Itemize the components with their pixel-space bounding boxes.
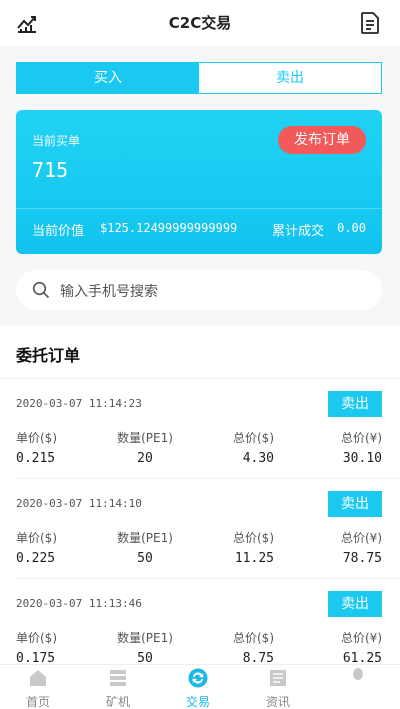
total-usd-value: 11.25 [234, 551, 274, 566]
summary-card: 当前买单 715 发布订单 当前价值 $125.12499999999999 累… [16, 110, 382, 254]
exchange-icon [188, 668, 208, 688]
current-value-label: 当前价值 [32, 224, 85, 239]
col-total-usd: 总价($) [233, 531, 274, 545]
news-icon [270, 670, 286, 686]
home-icon [30, 670, 46, 686]
tab-trade-label: 交易 [185, 695, 210, 709]
unit-price-value: 0.215 [16, 451, 56, 466]
quantity-value: 50 [137, 551, 153, 566]
col-total-usd: 总价($) [233, 431, 274, 445]
publish-order-button[interactable]: 发布订单 [278, 126, 366, 154]
section-title: 委托订单 [16, 346, 81, 365]
col-total-cny: 总价(¥) [341, 431, 382, 445]
search-input[interactable]: 输入手机号搜索 [60, 281, 158, 301]
tab-trade[interactable]: 交易 [168, 665, 228, 709]
search-bar[interactable]: 输入手机号搜索 [16, 270, 382, 310]
total-usd-value: 4.30 [242, 451, 274, 466]
col-total-cny: 总价(¥) [341, 531, 382, 545]
tab-miner-label: 矿机 [105, 695, 130, 709]
order-row: 2020-03-07 11:14:10 卖出 单价($) 数量(PE1) 总价(… [0, 479, 400, 579]
app-header: C2C交易 [0, 0, 400, 46]
order-date: 2020-03-07 11:13:46 [16, 597, 142, 610]
col-total-cny: 总价(¥) [341, 631, 382, 645]
order-date: 2020-03-07 11:14:10 [16, 497, 142, 510]
order-row: 2020-03-07 11:14:23 卖出 单价($) 数量(PE1) 总价(… [0, 379, 400, 479]
sell-button[interactable]: 卖出 [328, 591, 382, 617]
col-unit-price: 单价($) [16, 431, 57, 445]
total-deals-value: 0.00 [337, 221, 366, 235]
user-icon [353, 668, 363, 680]
search-icon [32, 281, 50, 299]
tab-buy[interactable]: 买入 [17, 63, 199, 93]
document-icon[interactable] [360, 12, 380, 34]
col-quantity: 数量(PE1) [117, 431, 173, 445]
col-quantity: 数量(PE1) [117, 531, 173, 545]
total-deals-label: 累计成交 [271, 224, 324, 239]
col-unit-price: 单价($) [16, 631, 57, 645]
card-divider [16, 208, 382, 209]
page-title: C2C交易 [168, 14, 232, 32]
trade-tabs: 买入 卖出 [16, 62, 382, 94]
col-quantity: 数量(PE1) [117, 631, 173, 645]
tab-sell[interactable]: 卖出 [199, 63, 381, 93]
tab-miner[interactable]: 矿机 [88, 665, 148, 709]
col-total-usd: 总价($) [233, 631, 274, 645]
tab-home-label: 首页 [25, 695, 50, 709]
bottom-tab-bar: 首页 矿机 交易 资讯 [0, 664, 400, 709]
tab-profile[interactable] [328, 665, 388, 709]
tab-home[interactable]: 首页 [8, 665, 68, 709]
server-icon [110, 670, 126, 686]
order-date: 2020-03-07 11:14:23 [16, 397, 142, 410]
unit-price-value: 0.225 [16, 551, 56, 566]
col-unit-price: 单价($) [16, 531, 57, 545]
current-value: $125.12499999999999 [100, 221, 238, 235]
current-buy-label: 当前买单 [32, 134, 81, 148]
sell-button[interactable]: 卖出 [328, 391, 382, 417]
sell-button[interactable]: 卖出 [328, 491, 382, 517]
tab-news-label: 资讯 [265, 695, 290, 709]
tab-news[interactable]: 资讯 [248, 665, 308, 709]
total-cny-value: 78.75 [342, 551, 382, 566]
total-cny-value: 30.10 [342, 451, 382, 466]
quantity-value: 20 [137, 451, 153, 466]
current-buy-count: 715 [32, 158, 69, 182]
